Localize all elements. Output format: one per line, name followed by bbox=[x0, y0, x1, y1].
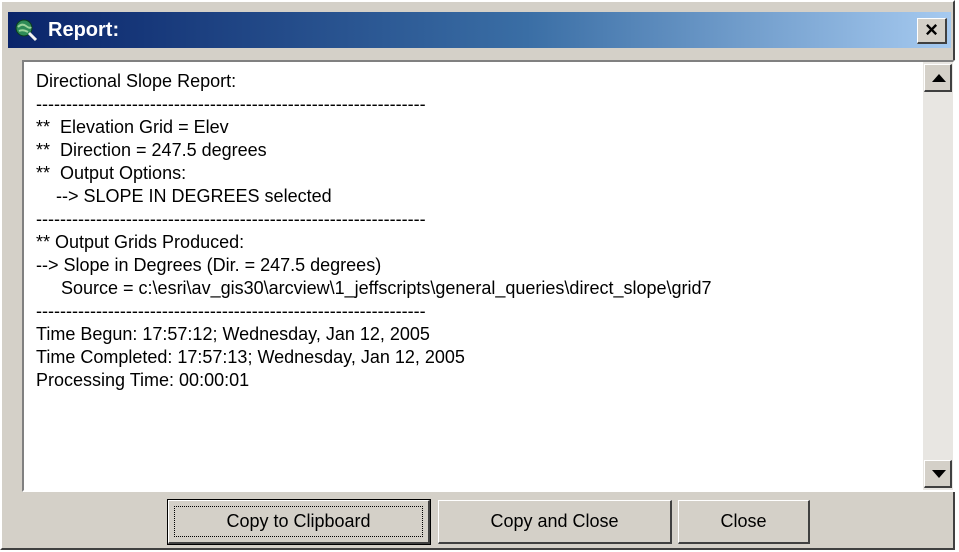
arrow-up-icon bbox=[932, 74, 946, 82]
copy-to-clipboard-button[interactable]: Copy to Clipboard bbox=[167, 499, 431, 545]
close-icon[interactable]: × bbox=[917, 18, 947, 44]
arrow-down-icon bbox=[932, 470, 946, 478]
report-textbox[interactable]: Directional Slope Report: --------------… bbox=[22, 60, 955, 492]
scroll-down-button[interactable] bbox=[924, 460, 952, 488]
copy-and-close-label: Copy and Close bbox=[490, 511, 619, 531]
report-text: Directional Slope Report: --------------… bbox=[36, 71, 712, 390]
copy-to-clipboard-label: Copy to Clipboard bbox=[226, 511, 371, 531]
globe-magnifier-icon bbox=[15, 19, 38, 42]
vertical-scrollbar[interactable] bbox=[923, 62, 953, 490]
title-bar[interactable]: Report: × bbox=[8, 12, 951, 48]
report-dialog: Report: × Directional Slope Report: ----… bbox=[0, 0, 955, 550]
close-button[interactable]: Close bbox=[678, 500, 810, 544]
dialog-title: Report: bbox=[48, 19, 120, 41]
copy-and-close-button[interactable]: Copy and Close bbox=[438, 500, 672, 544]
close-label: Close bbox=[720, 511, 767, 531]
scroll-up-button[interactable] bbox=[924, 64, 952, 92]
